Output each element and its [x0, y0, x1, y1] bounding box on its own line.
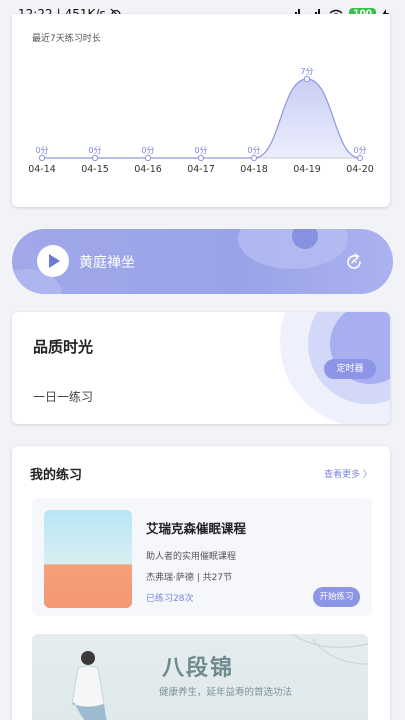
quality-title: 品质时光 — [33, 338, 94, 356]
chart-point[interactable] — [303, 75, 311, 83]
chart-data-label: 0分 — [141, 146, 154, 155]
chart-tick-label: 04-16 — [134, 164, 162, 175]
quality-time-card[interactable]: 品质时光 一日一练习 定时器 — [12, 312, 390, 424]
chart-point[interactable] — [91, 154, 99, 162]
course-item[interactable]: 艾瑞克森催眠课程 助人者的实用催眠课程 杰弗瑞·萨德 | 共27节 已练习28次… — [32, 498, 372, 616]
course-title: 艾瑞克森催眠课程 — [146, 521, 247, 536]
practitioner-image — [71, 651, 107, 720]
course-description: 助人者的实用催眠课程 — [146, 552, 237, 562]
start-practice-button[interactable]: 开始练习 — [313, 587, 360, 607]
play-icon[interactable] — [37, 245, 69, 277]
banner-title: 八段锦 — [162, 656, 235, 681]
chart-tick-label: 04-19 — [293, 164, 321, 175]
chart-data-label: 0分 — [35, 146, 48, 155]
chart-data-label: 0分 — [194, 146, 207, 155]
chart-tick-label: 04-15 — [81, 164, 109, 175]
chart-point[interactable] — [38, 154, 46, 162]
my-practice-card: 我的练习 查看更多 〉 艾瑞克森催眠课程 助人者的实用催眠课程 杰弗瑞·萨德 |… — [12, 446, 390, 720]
baduanjin-banner[interactable]: 八段锦 健康养生，延年益寿的首选功法 — [32, 634, 368, 720]
chart-tick-label: 04-18 — [240, 164, 268, 175]
chart-data-label: 0分 — [247, 146, 260, 155]
course-meta: 杰弗瑞·萨德 | 共27节 — [146, 573, 233, 583]
quality-subtitle: 一日一练习 — [33, 390, 94, 404]
timer-button[interactable]: 定时器 — [324, 359, 376, 379]
chart-data-label: 0分 — [353, 146, 366, 155]
chart-point[interactable] — [250, 154, 258, 162]
practice-time-chart-card: 最近7天练习时长 0分 04-14 0分 04-15 0分 04-16 0分 04-17 0分 0… — [12, 14, 390, 207]
meditation-banner[interactable]: 黄庭禅坐 — [12, 229, 393, 294]
chart-point[interactable] — [197, 154, 205, 162]
chart-tick-label: 04-14 — [28, 164, 56, 175]
chart-tick-label: 04-17 — [187, 164, 215, 175]
chart-data-label: 7分 — [300, 67, 313, 76]
decoration-leaves-icon — [291, 634, 368, 665]
chart-data-label: 0分 — [88, 146, 101, 155]
refresh-icon[interactable] — [343, 251, 365, 273]
practice-time-chart: 0分 04-14 0分 04-15 0分 04-16 0分 04-17 0分 04-18 7分 04-… — [28, 67, 374, 175]
course-practice-count: 已练习28次 — [146, 594, 194, 604]
see-more-link[interactable]: 查看更多 〉 — [324, 467, 372, 480]
meditation-label: 黄庭禅坐 — [79, 255, 135, 271]
chart-tick-label: 04-20 — [346, 164, 374, 175]
chart-point[interactable] — [144, 154, 152, 162]
course-thumbnail — [44, 510, 132, 608]
section-title: 我的练习 — [30, 468, 83, 483]
banner-subtitle: 健康养生，延年益寿的首选功法 — [159, 687, 293, 698]
chart-point[interactable] — [356, 154, 364, 162]
